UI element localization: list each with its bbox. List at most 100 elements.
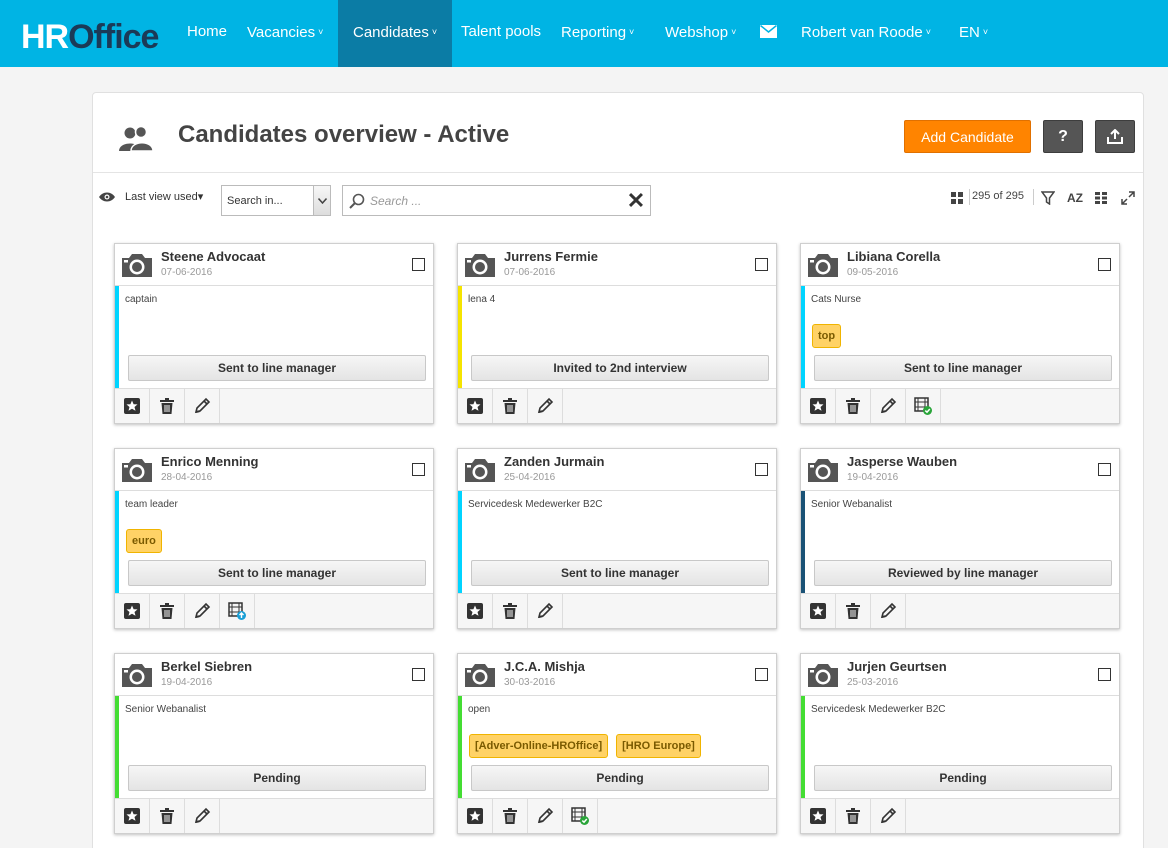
candidate-card[interactable]: Jurrens Fermie 07-06-2016 lena 4 Invited to… <box>457 243 777 424</box>
candidate-name[interactable]: Jurrens Fermie <box>504 249 598 264</box>
candidate-tag[interactable]: [HRO Europe] <box>616 734 701 758</box>
status-button[interactable]: Reviewed by line manager <box>814 560 1112 586</box>
grid-view-icon[interactable] <box>950 189 964 207</box>
edit-icon[interactable] <box>185 799 220 833</box>
candidate-card[interactable]: Jurjen Geurtsen 25-03-2016 Servicedesk Med… <box>800 653 1120 834</box>
edit-icon[interactable] <box>871 799 906 833</box>
sort-az-button[interactable]: AZ <box>1064 189 1086 207</box>
select-checkbox[interactable] <box>755 668 768 681</box>
star-icon[interactable] <box>458 389 493 423</box>
camera-icon[interactable] <box>463 457 497 483</box>
trash-icon[interactable] <box>493 389 528 423</box>
add-candidate-button[interactable]: Add Candidate <box>904 120 1031 153</box>
candidate-tag[interactable]: top <box>812 324 842 348</box>
nav-candidates[interactable]: Candidates ˅ <box>338 0 453 67</box>
video-upload-icon[interactable] <box>220 594 255 628</box>
candidate-name[interactable]: Zanden Jurmain <box>504 454 604 469</box>
status-button[interactable]: Sent to line manager <box>128 560 426 586</box>
star-icon[interactable] <box>115 389 150 423</box>
star-icon[interactable] <box>801 799 836 833</box>
expand-icon[interactable] <box>1120 189 1136 207</box>
select-checkbox[interactable] <box>1098 258 1111 271</box>
edit-icon[interactable] <box>185 594 220 628</box>
camera-icon[interactable] <box>806 662 840 688</box>
status-button[interactable]: Sent to line manager <box>471 560 769 586</box>
list-view-icon[interactable] <box>1094 189 1108 207</box>
edit-icon[interactable] <box>871 594 906 628</box>
candidate-card[interactable]: Enrico Menning 28-04-2016 team leader euro S… <box>114 448 434 629</box>
trash-icon[interactable] <box>836 389 871 423</box>
nav-vacancies[interactable]: Vacancies ˅ <box>247 0 323 67</box>
trash-icon[interactable] <box>493 799 528 833</box>
camera-icon[interactable] <box>120 252 154 278</box>
trash-icon[interactable] <box>836 799 871 833</box>
trash-icon[interactable] <box>150 594 185 628</box>
nav-user-menu[interactable]: Robert van Roode ˅ <box>801 0 931 67</box>
nav-home[interactable]: Home <box>187 0 227 67</box>
status-button[interactable]: Invited to 2nd interview <box>471 355 769 381</box>
trash-icon[interactable] <box>836 594 871 628</box>
trash-icon[interactable] <box>150 389 185 423</box>
status-button[interactable]: Pending <box>471 765 769 791</box>
search-in-select[interactable]: Search in... <box>221 185 331 216</box>
trash-icon[interactable] <box>493 594 528 628</box>
camera-icon[interactable] <box>463 662 497 688</box>
candidate-card[interactable]: Berkel Siebren 19-04-2016 Senior Webanalis… <box>114 653 434 834</box>
select-checkbox[interactable] <box>412 463 425 476</box>
candidate-card[interactable]: J.C.A. Mishja 30-03-2016 open [Adver-Online… <box>457 653 777 834</box>
camera-icon[interactable] <box>120 457 154 483</box>
candidate-name[interactable]: Enrico Menning <box>161 454 259 469</box>
star-icon[interactable] <box>801 594 836 628</box>
nav-language[interactable]: EN ˅ <box>959 0 988 67</box>
nav-reporting[interactable]: Reporting ˅ <box>561 0 634 67</box>
edit-icon[interactable] <box>528 594 563 628</box>
edit-icon[interactable] <box>871 389 906 423</box>
camera-icon[interactable] <box>806 457 840 483</box>
select-checkbox[interactable] <box>1098 668 1111 681</box>
last-view-dropdown[interactable]: Last view used▾ <box>125 190 203 203</box>
status-button[interactable]: Pending <box>128 765 426 791</box>
select-checkbox[interactable] <box>755 258 768 271</box>
candidate-tag[interactable]: [Adver-Online-HROffice] <box>469 734 609 758</box>
candidate-name[interactable]: J.C.A. Mishja <box>504 659 585 674</box>
status-button[interactable]: Sent to line manager <box>128 355 426 381</box>
candidate-card[interactable]: Steene Advocaat 07-06-2016 captain Sent to … <box>114 243 434 424</box>
star-icon[interactable] <box>458 799 493 833</box>
star-icon[interactable] <box>801 389 836 423</box>
select-checkbox[interactable] <box>412 258 425 271</box>
envelope-icon[interactable] <box>760 24 777 39</box>
select-checkbox[interactable] <box>412 668 425 681</box>
filter-icon[interactable] <box>1040 189 1056 207</box>
camera-icon[interactable] <box>806 252 840 278</box>
candidate-card[interactable]: Libiana Corella 09-05-2016 Cats Nurse top Se… <box>800 243 1120 424</box>
candidate-name[interactable]: Jasperse Wauben <box>847 454 957 469</box>
hroffice-logo[interactable]: HROffice <box>21 17 159 57</box>
candidate-name[interactable]: Steene Advocaat <box>161 249 265 264</box>
help-button[interactable]: ? <box>1043 120 1083 153</box>
candidate-card[interactable]: Zanden Jurmain 25-04-2016 Servicedesk Mede… <box>457 448 777 629</box>
trash-icon[interactable] <box>150 799 185 833</box>
candidate-card[interactable]: Jasperse Wauben 19-04-2016 Senior Webanali… <box>800 448 1120 629</box>
video-approved-icon[interactable] <box>563 799 598 833</box>
edit-icon[interactable] <box>185 389 220 423</box>
select-checkbox[interactable] <box>755 463 768 476</box>
candidate-name[interactable]: Jurjen Geurtsen <box>847 659 947 674</box>
star-icon[interactable] <box>458 594 493 628</box>
search-input[interactable] <box>370 190 610 212</box>
status-button[interactable]: Sent to line manager <box>814 355 1112 381</box>
candidate-name[interactable]: Libiana Corella <box>847 249 940 264</box>
edit-icon[interactable] <box>528 799 563 833</box>
export-button[interactable] <box>1095 120 1135 153</box>
nav-webshop[interactable]: Webshop ˅ <box>665 0 736 67</box>
select-checkbox[interactable] <box>1098 463 1111 476</box>
nav-talent-pools[interactable]: Talent pools <box>461 0 541 67</box>
edit-icon[interactable] <box>528 389 563 423</box>
candidate-name[interactable]: Berkel Siebren <box>161 659 252 674</box>
camera-icon[interactable] <box>463 252 497 278</box>
candidate-tag[interactable]: euro <box>126 529 162 553</box>
video-approved-icon[interactable] <box>906 389 941 423</box>
star-icon[interactable] <box>115 799 150 833</box>
camera-icon[interactable] <box>120 662 154 688</box>
status-button[interactable]: Pending <box>814 765 1112 791</box>
clear-search-icon[interactable]: ✕ <box>625 190 647 212</box>
